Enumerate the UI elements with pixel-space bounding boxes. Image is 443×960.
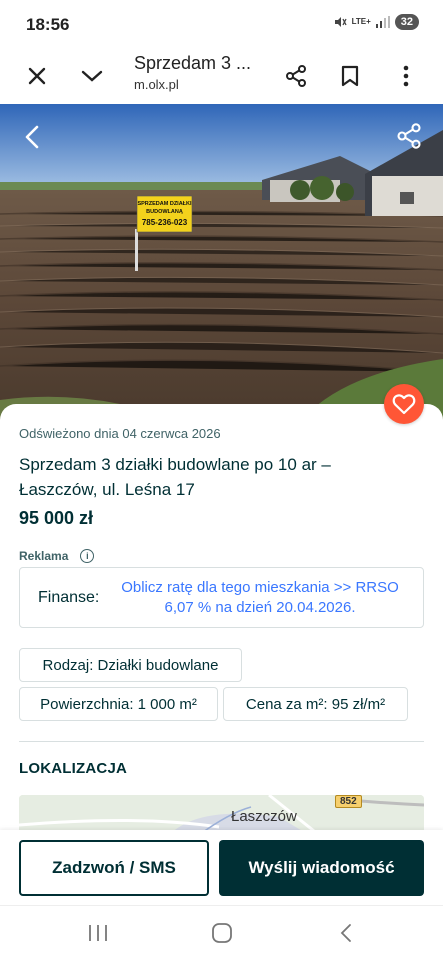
field-photo: SPRZEDAM DZIAŁKI BUDOWLANĄ 785-236-023 — [0, 104, 443, 422]
map-road-badge: 852 — [335, 795, 362, 808]
home-icon[interactable] — [208, 920, 236, 946]
listing-price: 95 000 zł — [19, 508, 94, 528]
sign-line2: BUDOWLANĄ — [146, 209, 183, 215]
network-type: LTE+ — [351, 17, 371, 26]
back-arrow-icon[interactable] — [18, 122, 48, 152]
mute-icon — [334, 17, 347, 27]
signal-icon — [375, 16, 390, 28]
finance-link[interactable]: Oblicz ratę dla tego mieszkania >> RRSO … — [110, 578, 410, 618]
location-heading: LOKALIZACJA — [19, 760, 128, 777]
chevron-down-icon[interactable] — [74, 58, 110, 94]
battery-icon: 32 — [394, 14, 419, 30]
close-icon[interactable] — [19, 58, 55, 94]
page-url: m.olx.pl — [134, 77, 179, 92]
photo-share-icon[interactable] — [395, 122, 425, 152]
param-type: Rodzaj: Działki budowlane — [19, 648, 242, 682]
contact-action-bar: Zadzwoń / SMS Wyślij wiadomość — [0, 830, 443, 905]
ad-label: Reklama i — [19, 549, 95, 563]
status-icons: LTE+ 32 — [333, 14, 419, 30]
refreshed-date: Odświeżono dnia 04 czerwca 2026 — [19, 426, 221, 441]
finance-banner[interactable]: Finanse: Oblicz ratę dla tego mieszkania… — [19, 567, 424, 628]
divider — [19, 741, 424, 742]
heart-icon — [392, 394, 416, 415]
back-icon[interactable] — [332, 920, 360, 946]
sign-phone: 785-236-023 — [142, 218, 188, 227]
listing-title: Sprzedam 3 działki budowlane po 10 ar – … — [19, 455, 331, 499]
map-tiles — [19, 795, 424, 835]
share-icon[interactable] — [278, 58, 314, 94]
ad-label-text: Reklama — [19, 549, 69, 563]
finance-label: Finanse: — [38, 589, 100, 606]
browser-toolbar: Sprzedam 3 ... m.olx.pl — [0, 48, 443, 104]
listing-photo[interactable]: SPRZEDAM DZIAŁKI BUDOWLANĄ 785-236-023 — [0, 104, 443, 422]
favorite-button[interactable] — [384, 384, 424, 424]
map-town-label: Łaszczów — [231, 808, 297, 825]
more-options-icon[interactable] — [388, 58, 424, 94]
call-sms-button[interactable]: Zadzwoń / SMS — [19, 840, 209, 896]
bookmark-icon[interactable] — [332, 58, 368, 94]
page-title: Sprzedam 3 ... — [134, 53, 252, 73]
sign-line1: SPRZEDAM DZIAŁKI — [137, 201, 192, 207]
param-area: Powierzchnia: 1 000 m² — [19, 687, 218, 721]
recent-apps-icon[interactable] — [84, 920, 112, 946]
send-message-button[interactable]: Wyślij wiadomość — [219, 840, 424, 896]
info-icon[interactable]: i — [80, 549, 95, 563]
status-bar: 18:56 LTE+ 32 — [0, 0, 443, 48]
system-nav-bar — [0, 905, 443, 960]
location-map[interactable]: Łaszczów 852 — [19, 795, 424, 835]
status-time: 18:56 — [26, 15, 70, 34]
param-price-per-m2: Cena za m²: 95 zł/m² — [223, 687, 408, 721]
